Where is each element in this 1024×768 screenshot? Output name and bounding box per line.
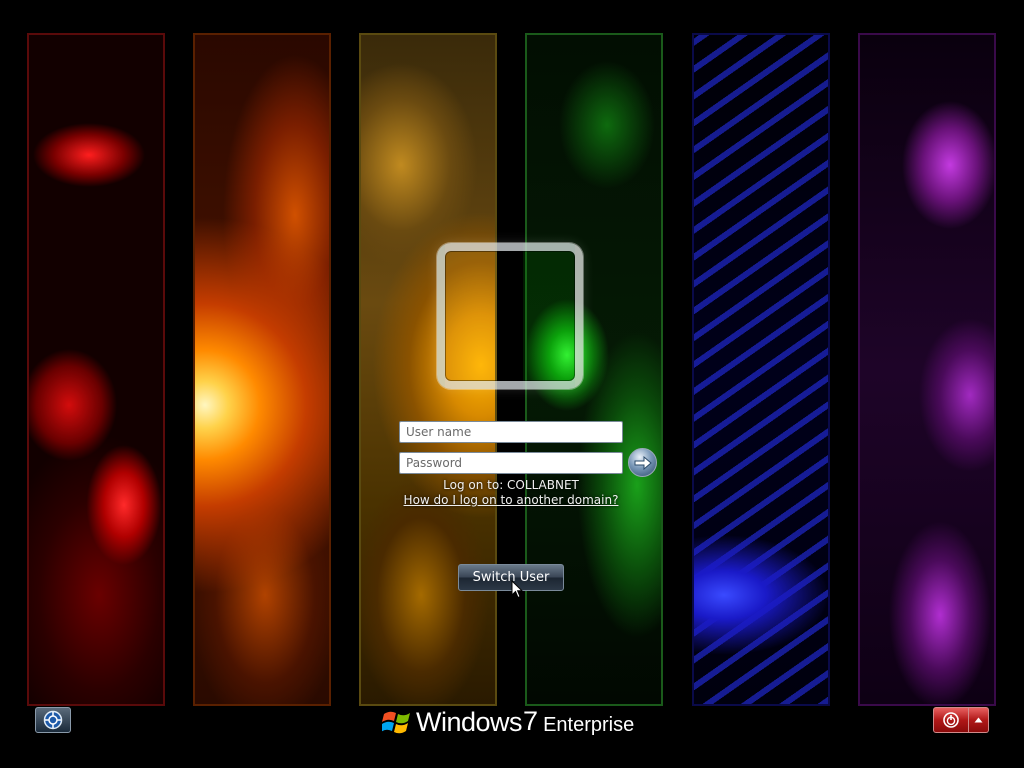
brand-version: 7 [523,705,539,736]
logon-domain-text: Log on to: COLLABNET [443,478,579,492]
ease-of-access-button[interactable] [35,707,71,733]
logon-screen: Log on to: COLLABNET How do I log on to … [0,0,1024,768]
ease-of-access-icon [43,710,63,730]
windows-flag-icon [382,711,410,734]
arrow-right-icon [634,455,652,470]
username-input[interactable] [399,421,623,443]
decorative-panel-purple [858,33,996,706]
submit-logon-button[interactable] [628,448,657,477]
windows-branding: Windows 7 Enterprise [382,704,634,740]
shutdown-button[interactable] [933,707,969,733]
brand-product-name: Windows [416,706,523,737]
shutdown-controls [933,707,989,733]
decorative-panel-red [27,33,165,706]
mouse-pointer-icon [511,580,523,599]
brand-edition: Enterprise [543,713,635,736]
triangle-up-icon [974,717,983,723]
user-picture-frame [437,243,583,389]
password-input[interactable] [399,452,623,474]
another-domain-help-link[interactable]: How do I log on to another domain? [380,493,642,507]
decorative-panel-orange [193,33,331,706]
shutdown-options-button[interactable] [969,707,989,733]
power-icon [943,712,959,728]
decorative-panel-blue [692,33,830,706]
